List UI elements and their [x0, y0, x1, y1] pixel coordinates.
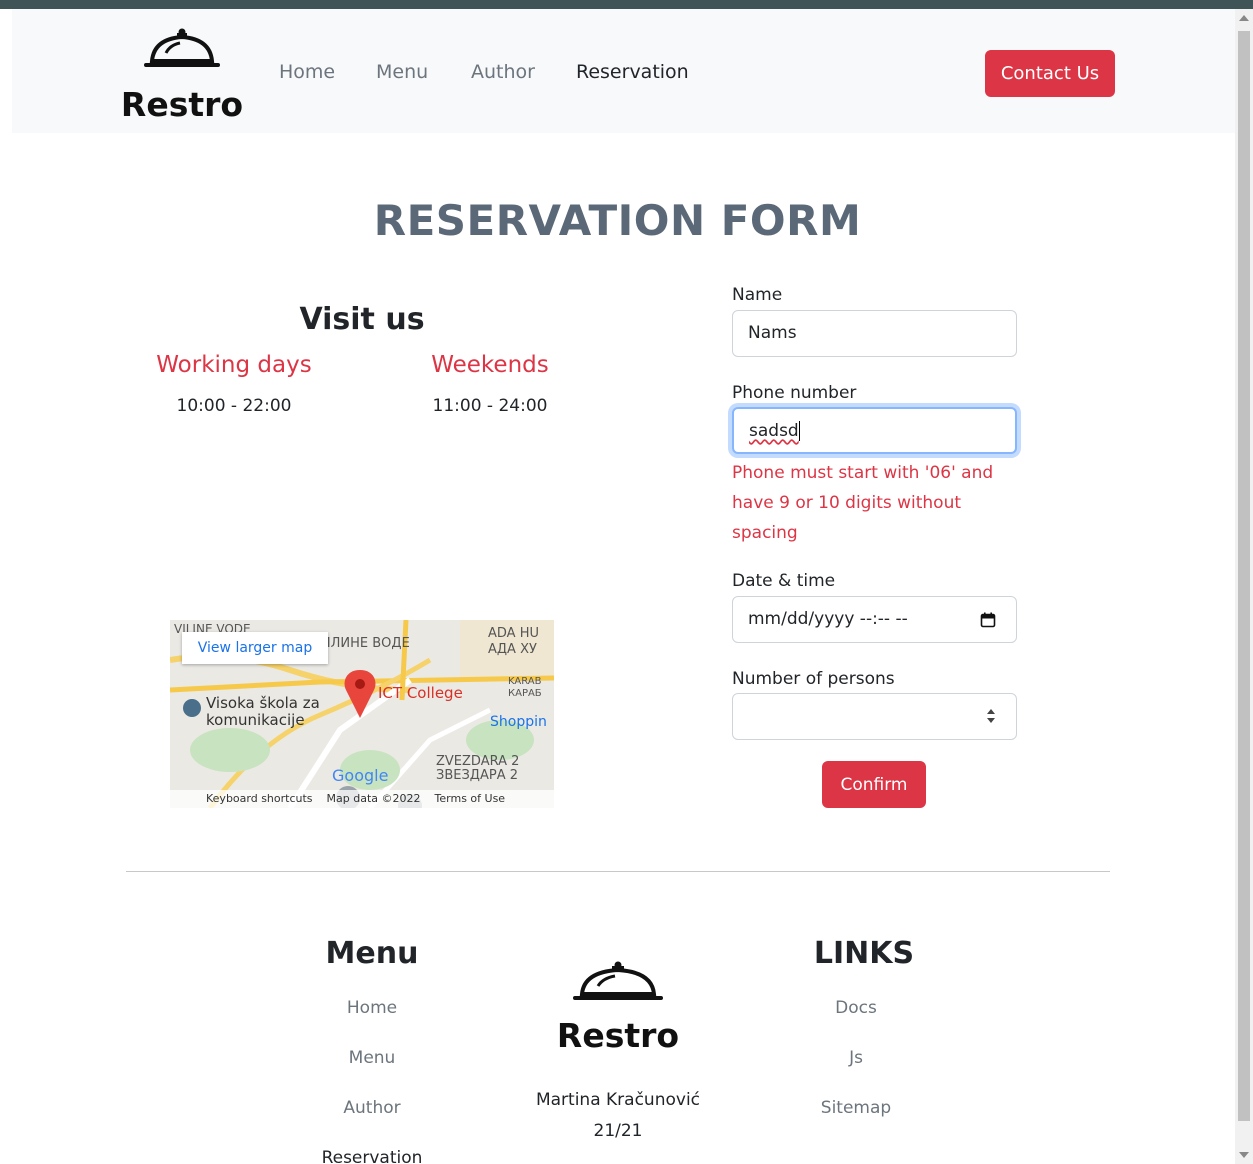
- view-larger-map-link[interactable]: View larger map: [182, 632, 328, 664]
- visit-title: Visit us: [299, 302, 425, 337]
- map-label: ZVEZDARA 2: [436, 754, 520, 769]
- scroll-up-arrow[interactable]: [1239, 15, 1249, 21]
- navbar: Restro Home Menu Author Reservation Cont…: [12, 9, 1235, 133]
- number-spinner-icon[interactable]: [985, 707, 997, 725]
- nav-link-home[interactable]: Home: [279, 61, 335, 83]
- footer-brand-name: Restro: [556, 1016, 680, 1055]
- footer-link-menu[interactable]: Menu: [312, 1048, 432, 1068]
- datetime-input[interactable]: mm/dd/yyyy --:-- --: [732, 596, 1017, 643]
- map-label: komunikacije: [206, 711, 305, 729]
- persons-input[interactable]: [732, 693, 1017, 740]
- map-label: АДА ХУ: [488, 642, 537, 657]
- text-cursor: [798, 421, 800, 441]
- name-input[interactable]: Nams: [732, 310, 1017, 357]
- name-label: Name: [732, 285, 783, 305]
- footer-brand-logo: Restro: [556, 960, 680, 1060]
- nav-link-author[interactable]: Author: [471, 61, 535, 83]
- scroll-down-arrow[interactable]: [1239, 1152, 1249, 1158]
- footer-link-reservation[interactable]: Reservation: [302, 1148, 442, 1164]
- map-pin-label[interactable]: ICT College: [378, 684, 463, 702]
- keyboard-shortcuts-link[interactable]: Keyboard shortcuts: [206, 792, 313, 805]
- datetime-placeholder: mm/dd/yyyy --:-- --: [748, 609, 908, 629]
- phone-label: Phone number: [732, 383, 857, 403]
- author-name: Martina Kračunović: [535, 1090, 701, 1110]
- brand-name: Restro: [120, 85, 244, 124]
- nav-link-reservation[interactable]: Reservation: [576, 61, 689, 83]
- footer-link-sitemap[interactable]: Sitemap: [796, 1098, 916, 1118]
- map-label: Shoppin: [490, 714, 547, 730]
- location-map[interactable]: VILINE VODE ВИЛИНЕ ВОДЕ ADA HU АДА ХУ KA…: [170, 620, 554, 808]
- footer-link-docs[interactable]: Docs: [796, 998, 916, 1018]
- confirm-button[interactable]: Confirm: [822, 761, 926, 808]
- footer-links-title: LINKS: [813, 936, 915, 971]
- contact-us-button[interactable]: Contact Us: [985, 50, 1115, 97]
- map-label: ЗВЕЗДАРА 2: [436, 768, 518, 783]
- phone-input[interactable]: sadsd: [732, 407, 1017, 454]
- footer-link-author[interactable]: Author: [312, 1098, 432, 1118]
- working-days-hours: 10:00 - 22:00: [176, 396, 292, 416]
- author-id: 21/21: [593, 1121, 643, 1141]
- brand-logo[interactable]: Restro: [120, 27, 244, 124]
- map-label: КАРАБ: [508, 688, 542, 699]
- weekends-label: Weekends: [431, 352, 549, 378]
- map-label: Visoka škola za: [206, 694, 320, 712]
- window-top-border: [0, 0, 1253, 9]
- scrollbar-thumb[interactable]: [1238, 31, 1250, 1121]
- nav-link-menu[interactable]: Menu: [376, 61, 428, 83]
- working-days-label: Working days: [156, 352, 312, 378]
- persons-label: Number of persons: [732, 669, 895, 689]
- page-title: RESERVATION FORM: [373, 196, 862, 245]
- map-data-text: Map data ©2022: [326, 792, 421, 805]
- calendar-icon[interactable]: [980, 612, 996, 628]
- google-logo: Google: [332, 766, 389, 785]
- author-credit: Martina Kračunović 21/21: [518, 1085, 718, 1147]
- phone-value: sadsd: [749, 421, 799, 441]
- footer-divider: [126, 871, 1110, 872]
- footer-link-js[interactable]: Js: [796, 1048, 916, 1068]
- footer-menu-title: Menu: [325, 936, 419, 971]
- datetime-label: Date & time: [732, 571, 836, 591]
- terms-of-use-link[interactable]: Terms of Use: [435, 792, 506, 805]
- map-footer: Keyboard shortcuts Map data ©2022 Terms …: [170, 790, 554, 808]
- map-label: ADA HU: [488, 626, 539, 641]
- vertical-scrollbar[interactable]: [1235, 9, 1253, 1164]
- footer-link-home[interactable]: Home: [312, 998, 432, 1018]
- map-label: KARAB: [508, 676, 542, 687]
- weekends-hours: 11:00 - 24:00: [432, 396, 548, 416]
- phone-error-message: Phone must start with '06' and have 9 or…: [732, 463, 994, 543]
- cloche-icon: [144, 28, 220, 67]
- cloche-icon: [573, 961, 663, 1000]
